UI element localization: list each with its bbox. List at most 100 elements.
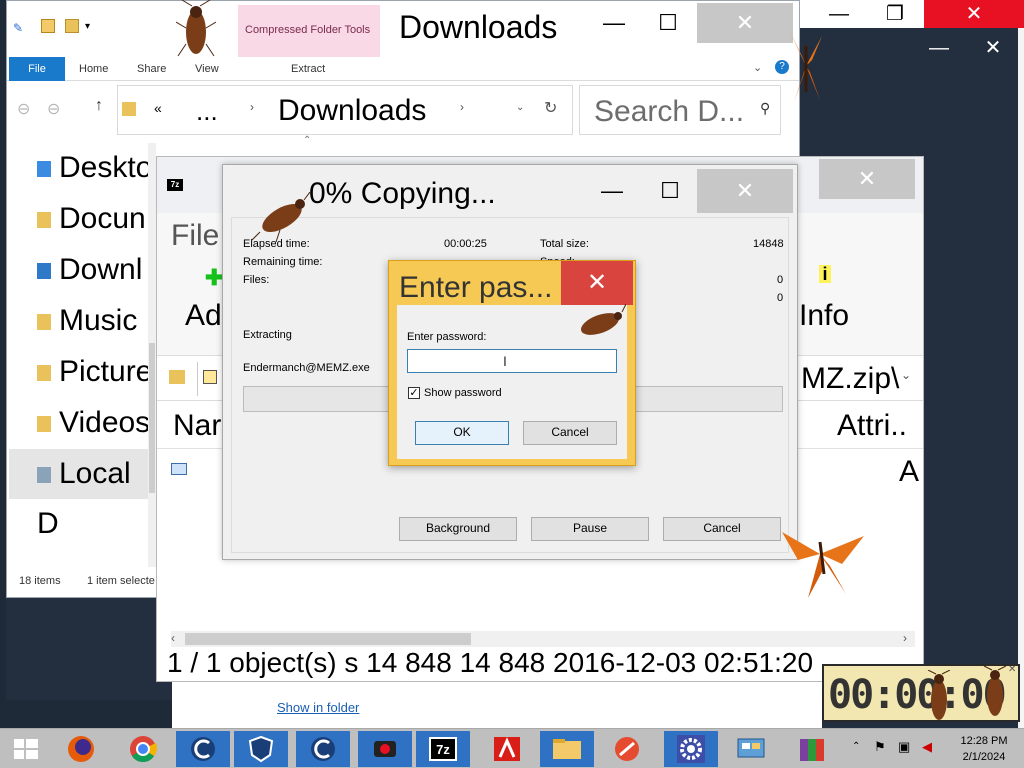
scroll-right-icon[interactable]: › bbox=[903, 631, 907, 645]
taskbar-control-panel[interactable] bbox=[724, 731, 778, 767]
minimize-button[interactable]: — bbox=[591, 3, 637, 43]
chevron-right-icon[interactable]: › bbox=[250, 100, 254, 114]
customize-toolbar-icon[interactable]: ▾ bbox=[85, 21, 90, 32]
toolbar-add-label[interactable]: Ad bbox=[185, 299, 222, 333]
volume-icon[interactable]: ◀ bbox=[922, 739, 932, 755]
address-prev-chevron[interactable]: « bbox=[154, 100, 162, 116]
menu-file[interactable]: File bbox=[171, 219, 219, 253]
nav-scroll-thumb[interactable] bbox=[149, 343, 155, 493]
address-dropdown-icon[interactable]: ⌄ bbox=[516, 102, 524, 113]
taskbar-ccleaner-c1[interactable] bbox=[176, 731, 230, 767]
taskbar-file-explorer[interactable] bbox=[540, 731, 594, 767]
row-attributes: A bbox=[899, 455, 920, 488]
horizontal-scrollbar[interactable]: ‹ › bbox=[171, 631, 915, 647]
search-icon[interactable]: ⚲ bbox=[760, 100, 770, 117]
path-dropdown-icon[interactable]: ⌄ bbox=[901, 368, 911, 382]
toolbar-info-label[interactable]: Info bbox=[799, 299, 849, 333]
address-ellipsis[interactable]: ... bbox=[196, 96, 218, 127]
taskbar-settings[interactable] bbox=[664, 731, 718, 767]
elapsed-time-value: 00:00:25 bbox=[444, 238, 487, 250]
refresh-icon[interactable]: ↻ bbox=[544, 98, 557, 118]
taskbar-shield-vpn[interactable] bbox=[234, 731, 288, 767]
nav-item-local-disk[interactable]: Local D bbox=[9, 449, 155, 540]
taskbar-ccleaner-c2[interactable] bbox=[296, 731, 350, 767]
taskbar-firefox[interactable] bbox=[54, 731, 108, 767]
up-icon[interactable]: ↑ bbox=[95, 97, 103, 115]
close-button[interactable]: ✕ bbox=[819, 159, 915, 199]
address-current[interactable]: Downloads bbox=[278, 94, 426, 128]
new-folder-icon[interactable] bbox=[65, 19, 79, 33]
back-icon[interactable]: ⊖ bbox=[17, 99, 30, 119]
add-icon[interactable]: ✚ bbox=[205, 265, 223, 291]
column-name[interactable]: Nar bbox=[173, 409, 221, 443]
maximize-button[interactable]: ☐ bbox=[645, 3, 691, 43]
forward-icon[interactable]: ⊖ bbox=[47, 99, 60, 119]
cancel-button[interactable]: Cancel bbox=[523, 421, 617, 445]
address-bar[interactable]: « ... › Downloads › ⌄ ↻ bbox=[117, 85, 573, 135]
flag-icon[interactable]: ⚑ bbox=[874, 739, 886, 755]
close-icon[interactable]: ✕ bbox=[970, 34, 1016, 62]
path-tail[interactable]: MZ.zip\ bbox=[801, 362, 899, 396]
network-icon[interactable]: ▣ bbox=[898, 739, 910, 755]
taskbar-ccleaner-broom[interactable] bbox=[600, 731, 654, 767]
close-button[interactable]: ✕ bbox=[697, 3, 793, 43]
clock-date: 2/1/2024 bbox=[962, 751, 1006, 763]
scroll-left-icon[interactable]: ‹ bbox=[171, 631, 175, 645]
cockroach-icon bbox=[251, 192, 310, 242]
nav-item-pictures[interactable]: Picture bbox=[37, 347, 157, 397]
search-box[interactable]: Search D... ⚲ bbox=[579, 85, 781, 135]
tab-home[interactable]: Home bbox=[79, 63, 108, 75]
c-logo-icon bbox=[311, 737, 335, 761]
explorer-titlebar: ✎ ▾ Compressed Folder Tools Downloads — … bbox=[7, 1, 799, 57]
taskbar: 7z ⌃ ⚑ ▣ ◀ 12:28 PM 2/1/2024 bbox=[0, 728, 1024, 768]
tab-share[interactable]: Share bbox=[137, 63, 166, 75]
pause-button[interactable]: Pause bbox=[531, 517, 649, 541]
maximize-button[interactable]: ☐ bbox=[647, 171, 693, 211]
show-in-folder-link[interactable]: Show in folder bbox=[277, 700, 359, 715]
nav-item-videos[interactable]: Videos bbox=[37, 398, 157, 448]
taskbar-avira[interactable] bbox=[480, 731, 534, 767]
tab-extract[interactable]: Extract bbox=[291, 63, 325, 75]
minimize-icon[interactable]: — bbox=[916, 34, 962, 62]
tab-view[interactable]: View bbox=[195, 63, 219, 75]
taskbar-chrome[interactable] bbox=[116, 731, 170, 767]
ribbon-expand-icon[interactable]: ⌄ bbox=[753, 61, 762, 74]
column-attributes[interactable]: Attri.. bbox=[837, 409, 907, 443]
nav-item-documents[interactable]: Docun bbox=[37, 194, 157, 244]
show-hidden-icons-icon[interactable]: ⌃ bbox=[852, 741, 860, 752]
nav-scroll-up-icon[interactable]: ⌃ bbox=[303, 135, 311, 146]
close-button[interactable]: ✕ bbox=[697, 169, 793, 213]
taskbar-7zip[interactable]: 7z bbox=[416, 731, 470, 767]
parent-folder-icon[interactable] bbox=[169, 370, 185, 384]
minimize-button[interactable]: — bbox=[589, 171, 635, 211]
chevron-right-icon[interactable]: › bbox=[460, 100, 464, 114]
nav-scrollbar[interactable] bbox=[148, 143, 156, 567]
nav-item-downloads[interactable]: Downl bbox=[37, 245, 157, 295]
ok-button[interactable]: OK bbox=[415, 421, 509, 445]
nav-label-pictures: Picture bbox=[59, 355, 153, 388]
info-icon[interactable]: i bbox=[819, 265, 831, 283]
close-button[interactable]: ✕ bbox=[561, 261, 633, 305]
taskbar-winrar[interactable] bbox=[786, 731, 840, 767]
properties-icon[interactable] bbox=[41, 19, 55, 33]
password-input[interactable] bbox=[407, 349, 617, 373]
close-icon[interactable]: ✕ bbox=[924, 0, 1024, 28]
background-panel-white bbox=[172, 682, 822, 728]
taskbar-screen-recorder[interactable] bbox=[358, 731, 412, 767]
maximize-icon[interactable]: ❐ bbox=[872, 0, 918, 28]
pictures-folder-icon bbox=[37, 365, 51, 382]
nav-label-desktop: Deskto bbox=[59, 151, 153, 184]
start-button[interactable] bbox=[0, 731, 52, 767]
horizontal-scroll-thumb[interactable] bbox=[185, 633, 471, 645]
tab-file[interactable]: File bbox=[9, 57, 65, 81]
nav-item-desktop[interactable]: Deskto bbox=[37, 143, 157, 193]
cancel-button[interactable]: Cancel bbox=[663, 517, 781, 541]
status-item-count: 18 items bbox=[19, 575, 61, 587]
nav-item-music[interactable]: Music bbox=[37, 296, 157, 346]
minimize-icon[interactable]: — bbox=[816, 0, 862, 28]
show-password-checkbox[interactable]: ✓ bbox=[408, 387, 420, 399]
quick-access-icon[interactable]: ✎ bbox=[13, 21, 23, 35]
background-button[interactable]: Background bbox=[399, 517, 517, 541]
system-clock[interactable]: 12:28 PM 2/1/2024 bbox=[952, 733, 1016, 765]
show-password-label[interactable]: Show password bbox=[424, 387, 502, 399]
